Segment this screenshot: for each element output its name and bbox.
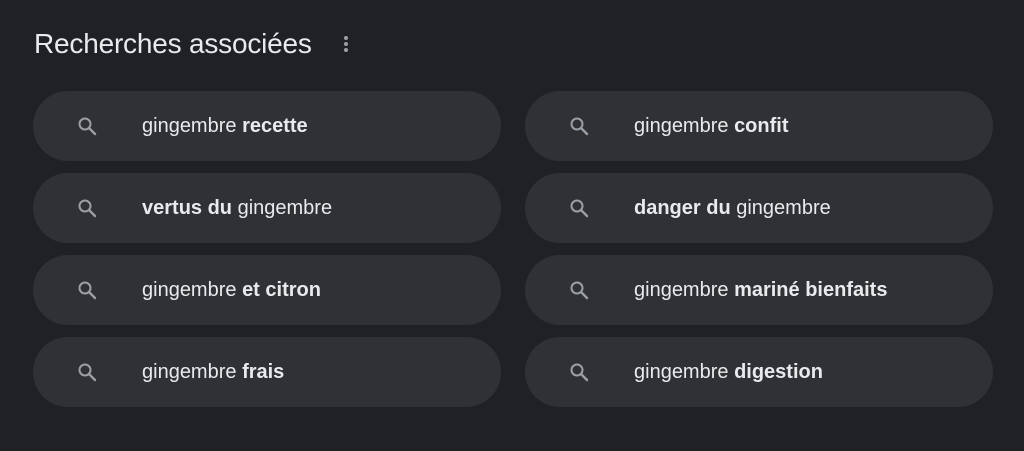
related-search-chip[interactable]: vertus du gingembre [33,173,501,243]
search-icon [569,198,589,218]
related-searches-grid: gingembre recette gingembre confit vertus … [33,91,993,407]
label-plain-part: gingembre [142,114,243,137]
search-icon [77,362,97,382]
related-search-chip[interactable]: gingembre recette [33,91,501,161]
section-title: Recherches associées [34,28,312,59]
label-bold-part: vertus du [142,196,233,219]
label-bold-part: confit [734,114,789,137]
search-icon [77,198,97,218]
label-bold-part: mariné bienfaits [734,278,888,301]
related-searches-section: Recherches associées gingembre recette gi… [0,0,1024,451]
related-search-label: gingembre confit [634,115,789,138]
label-plain-part: gingembre [730,196,831,219]
related-search-label: danger du gingembre [634,197,831,220]
search-icon [569,280,589,300]
related-search-label: gingembre recette [142,115,308,138]
label-plain-part: gingembre [634,360,735,383]
label-plain-part: gingembre [232,196,333,219]
related-search-chip[interactable]: gingembre mariné bienfaits [525,255,993,325]
more-vert-icon[interactable] [334,32,358,56]
label-bold-part: frais [242,360,285,383]
related-search-label: gingembre et citron [142,279,321,302]
related-search-label: gingembre frais [142,361,284,384]
related-search-label: vertus du gingembre [142,197,332,220]
search-icon [569,362,589,382]
label-bold-part: et citron [242,278,321,301]
related-search-chip[interactable]: gingembre frais [33,337,501,407]
search-icon [569,116,589,136]
related-search-chip[interactable]: gingembre digestion [525,337,993,407]
label-bold-part: danger du [634,196,731,219]
search-icon [77,280,97,300]
label-bold-part: recette [242,114,308,137]
search-icon [77,116,97,136]
label-plain-part: gingembre [634,278,735,301]
related-search-chip[interactable]: gingembre et citron [33,255,501,325]
label-plain-part: gingembre [142,360,243,383]
related-search-chip[interactable]: danger du gingembre [525,173,993,243]
related-search-label: gingembre digestion [634,361,823,384]
related-search-chip[interactable]: gingembre confit [525,91,993,161]
related-search-label: gingembre mariné bienfaits [634,279,887,302]
label-plain-part: gingembre [142,278,243,301]
section-header: Recherches associées [34,22,358,66]
label-bold-part: digestion [734,360,823,383]
label-plain-part: gingembre [634,114,735,137]
